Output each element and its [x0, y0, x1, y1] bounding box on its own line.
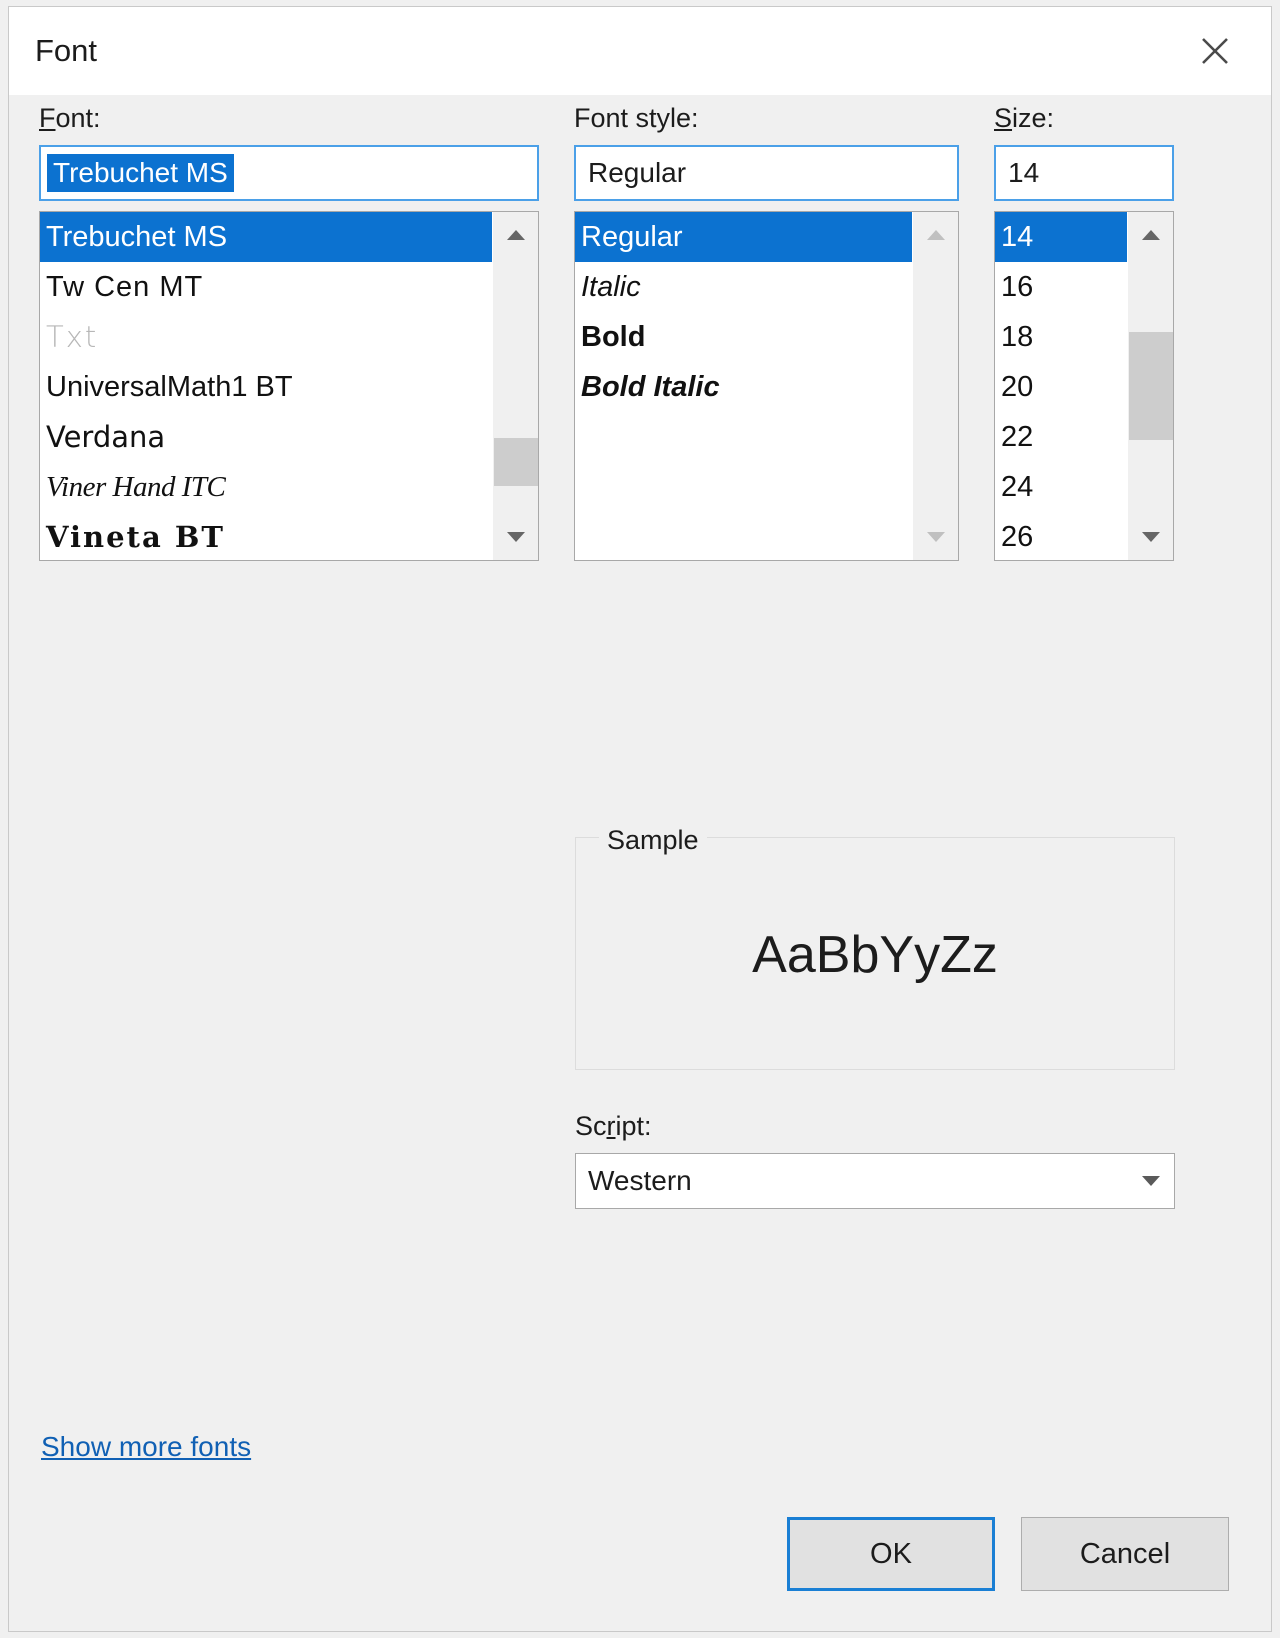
close-icon[interactable]	[1173, 19, 1257, 83]
font-name-input-value: Trebuchet MS	[47, 154, 234, 192]
sample-preview-text: AaBbYyZz	[752, 926, 998, 984]
list-item[interactable]: Italic	[575, 262, 912, 312]
list-item[interactable]: 16	[995, 262, 1127, 312]
scrollbar-thumb[interactable]	[494, 438, 538, 486]
font-list-items: Trebuchet MS Tw Cen MT Txt UniversalMath1 B…	[40, 212, 492, 560]
font-style-input[interactable]: Regular	[574, 145, 959, 201]
list-item[interactable]: 26	[995, 512, 1127, 560]
size-label: Size:	[994, 103, 1174, 134]
scroll-down-icon[interactable]	[913, 514, 958, 560]
sample-legend: Sample	[599, 825, 707, 856]
font-style-input-value: Regular	[588, 157, 687, 189]
script-select[interactable]: Western	[575, 1153, 1175, 1209]
font-name-input[interactable]: Trebuchet MS	[39, 145, 539, 201]
list-item[interactable]: Tw Cen MT	[40, 262, 492, 312]
list-item[interactable]: Viner Hand ITC	[40, 462, 492, 512]
dialog-button-row: OK Cancel	[787, 1517, 1229, 1591]
scrollbar-thumb[interactable]	[1129, 332, 1173, 440]
size-input[interactable]: 14	[994, 145, 1174, 201]
cancel-button[interactable]: Cancel	[1021, 1517, 1229, 1591]
ok-button[interactable]: OK	[787, 1517, 995, 1591]
dialog-body: Font: Trebuchet MS Trebuchet MS Tw Cen MT…	[9, 95, 1271, 1631]
list-item[interactable]: Trebuchet MS	[40, 212, 492, 262]
size-label-accel: S	[994, 103, 1013, 133]
script-select-value: Western	[588, 1165, 692, 1196]
size-column: Size: 14 14 16 18 20 22 24 26	[994, 103, 1174, 561]
font-label: Font:	[39, 103, 539, 134]
show-more-fonts-link[interactable]: Show more fonts	[41, 1431, 251, 1463]
scroll-up-icon[interactable]	[913, 212, 958, 258]
script-label: Script:	[575, 1111, 1175, 1142]
size-listbox[interactable]: 14 16 18 20 22 24 26	[994, 211, 1174, 561]
font-column: Font: Trebuchet MS Trebuchet MS Tw Cen MT…	[39, 103, 539, 561]
size-label-rest: ize:	[1012, 103, 1055, 133]
list-item[interactable]: Txt	[40, 312, 492, 362]
font-label-accel: F	[39, 103, 56, 133]
scroll-up-icon[interactable]	[1128, 212, 1173, 258]
scroll-down-icon[interactable]	[1128, 514, 1173, 560]
script-block: Script: Western	[575, 1111, 1175, 1209]
list-item[interactable]: Bold	[575, 312, 912, 362]
dialog-title: Font	[35, 33, 98, 68]
font-label-rest: ont:	[55, 103, 101, 133]
font-list-scrollbar[interactable]	[492, 212, 538, 560]
size-list-scrollbar[interactable]	[1127, 212, 1173, 560]
list-item[interactable]: Vineta BT	[40, 512, 492, 560]
scroll-down-icon[interactable]	[493, 514, 538, 560]
font-dialog: Font Font: Trebuchet MS Trebuchet MS Tw C…	[8, 6, 1272, 1632]
list-item[interactable]: Verdana	[40, 412, 492, 462]
sample-group: Sample AaBbYyZz	[575, 825, 1175, 1070]
script-label-accel: r	[606, 1111, 616, 1141]
size-list-items: 14 16 18 20 22 24 26	[995, 212, 1127, 560]
font-style-listbox[interactable]: Regular Italic Bold Bold Italic	[574, 211, 959, 561]
font-listbox[interactable]: Trebuchet MS Tw Cen MT Txt UniversalMath1 B…	[39, 211, 539, 561]
font-style-label: Font style:	[574, 103, 699, 133]
script-label-pre: Sc	[575, 1111, 607, 1141]
list-item[interactable]: Regular	[575, 212, 912, 262]
script-label-post: ipt:	[615, 1111, 652, 1141]
list-item[interactable]: 24	[995, 462, 1127, 512]
size-input-value: 14	[1008, 157, 1040, 189]
font-style-list-scrollbar[interactable]	[912, 212, 958, 560]
scroll-up-icon[interactable]	[493, 212, 538, 258]
list-item[interactable]: 14	[995, 212, 1127, 262]
font-style-column: Font style: Regular Regular Italic Bold Bol…	[574, 103, 959, 561]
list-item[interactable]: 20	[995, 362, 1127, 412]
list-item[interactable]: UniversalMath1 BT	[40, 362, 492, 412]
chevron-down-icon	[1142, 1176, 1160, 1186]
font-style-list-items: Regular Italic Bold Bold Italic	[575, 212, 912, 560]
list-item[interactable]: 18	[995, 312, 1127, 362]
title-bar: Font	[9, 7, 1271, 95]
list-item[interactable]: Bold Italic	[575, 362, 912, 412]
list-item[interactable]: 22	[995, 412, 1127, 462]
